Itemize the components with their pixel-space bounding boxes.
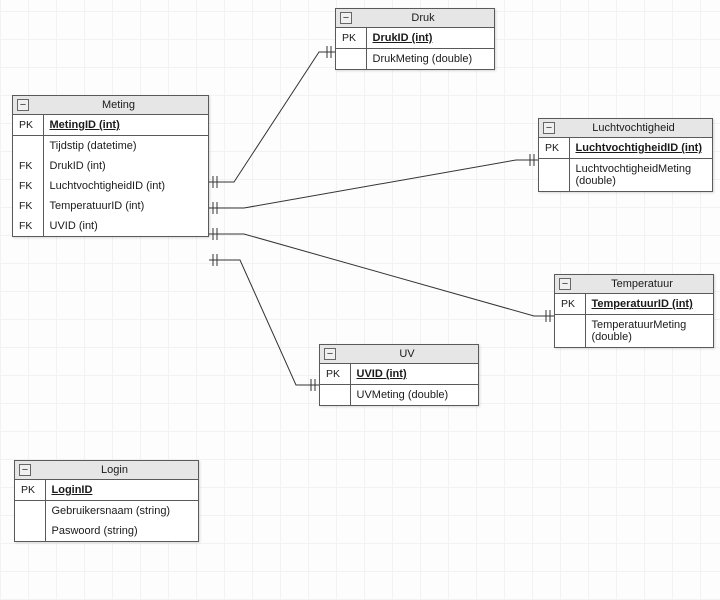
key-cell: [15, 501, 45, 522]
pk-label: PK: [336, 28, 366, 49]
collapse-icon[interactable]: −: [340, 12, 352, 24]
pk-field: LoginID: [45, 480, 198, 501]
field-cell: LuchtvochtigheidMeting (double): [569, 159, 712, 192]
collapse-icon[interactable]: −: [543, 122, 555, 134]
key-cell: [336, 49, 366, 70]
pk-field: LuchtvochtigheidID (int): [569, 138, 712, 159]
pk-field: UVID (int): [350, 364, 478, 385]
entity-header-meting: − Meting: [13, 96, 208, 115]
field-cell: LuchtvochtigheidID (int): [43, 176, 208, 196]
entity-header-login: − Login: [15, 461, 198, 480]
collapse-icon[interactable]: −: [19, 464, 31, 476]
key-cell: [320, 385, 350, 406]
entity-temperatuur[interactable]: − Temperatuur PK TemperatuurID (int) Tem…: [554, 274, 714, 348]
pk-label: PK: [13, 115, 43, 136]
key-cell: FK: [13, 176, 43, 196]
pk-label: PK: [15, 480, 45, 501]
key-cell: [15, 521, 45, 541]
field-cell: TemperatuurID (int): [43, 196, 208, 216]
collapse-icon[interactable]: −: [17, 99, 29, 111]
field-cell: UVID (int): [43, 216, 208, 236]
field-cell: DrukID (int): [43, 156, 208, 176]
field-cell: Tijdstip (datetime): [43, 136, 208, 157]
pk-field: MetingID (int): [43, 115, 208, 136]
entity-header-luchtvochtigheid: − Luchtvochtigheid: [539, 119, 712, 138]
key-cell: FK: [13, 216, 43, 236]
entity-title: Meting: [33, 99, 204, 111]
pk-label: PK: [539, 138, 569, 159]
rel-meting-uv: [209, 260, 319, 385]
entity-druk[interactable]: − Druk PK DrukID (int) DrukMeting (doubl…: [335, 8, 495, 70]
entity-uv[interactable]: − UV PK UVID (int) UVMeting (double): [319, 344, 479, 406]
key-cell: [555, 315, 585, 348]
rel-meting-temperatuur: [209, 234, 554, 316]
entity-header-uv: − UV: [320, 345, 478, 364]
entity-login[interactable]: − Login PK LoginID Gebruikersnaam (strin…: [14, 460, 199, 542]
key-cell: FK: [13, 156, 43, 176]
entity-title: Luchtvochtigheid: [559, 122, 708, 134]
field-cell: Paswoord (string): [45, 521, 198, 541]
entity-title: UV: [340, 348, 474, 360]
field-cell: UVMeting (double): [350, 385, 478, 406]
collapse-icon[interactable]: −: [324, 348, 336, 360]
pk-label: PK: [320, 364, 350, 385]
entity-meting[interactable]: − Meting PK MetingID (int) Tijdstip (dat…: [12, 95, 209, 237]
field-cell: DrukMeting (double): [366, 49, 494, 70]
entity-title: Druk: [356, 12, 490, 24]
entity-header-druk: − Druk: [336, 9, 494, 28]
field-cell: Gebruikersnaam (string): [45, 501, 198, 522]
key-cell: [13, 136, 43, 157]
key-cell: [539, 159, 569, 192]
entity-title: Temperatuur: [575, 278, 709, 290]
rel-meting-luchtvochtigheid: [209, 160, 538, 208]
entity-header-temperatuur: − Temperatuur: [555, 275, 713, 294]
entity-luchtvochtigheid[interactable]: − Luchtvochtigheid PK LuchtvochtigheidID…: [538, 118, 713, 192]
field-cell: TemperatuurMeting (double): [585, 315, 713, 348]
rel-meting-druk: [209, 52, 335, 182]
key-cell: FK: [13, 196, 43, 216]
pk-label: PK: [555, 294, 585, 315]
collapse-icon[interactable]: −: [559, 278, 571, 290]
pk-field: DrukID (int): [366, 28, 494, 49]
pk-field: TemperatuurID (int): [585, 294, 713, 315]
entity-title: Login: [35, 464, 194, 476]
